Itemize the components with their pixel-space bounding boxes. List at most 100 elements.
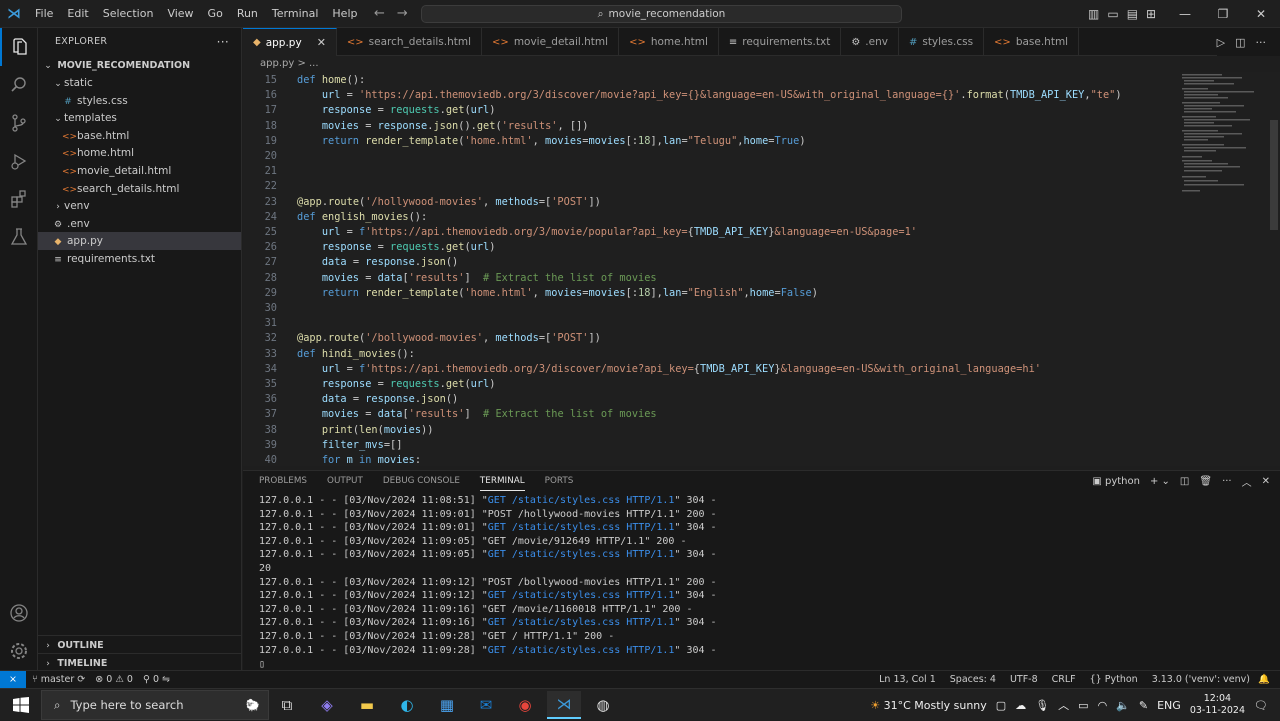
code-line[interactable]: 32 @app.route('/bollywood-movies', method… [243,331,601,346]
tree-item-search-details-html[interactable]: <>search_details.html [38,180,241,198]
battery-icon[interactable]: ▭ [1078,699,1088,712]
new-terminal-icon[interactable]: + ⌄ [1150,476,1170,487]
more-actions-icon[interactable]: ··· [1222,476,1232,487]
end-of-line[interactable]: CRLF [1052,671,1076,689]
pen-icon[interactable]: ✎ [1139,699,1148,712]
editor-scrollbar-thumb[interactable] [1270,120,1278,230]
tree-item-styles-css[interactable]: # styles.css [38,92,241,110]
tree-item-env[interactable]: ⚙ .env [38,215,241,233]
code-line[interactable]: 26 response = requests.get(url) [243,240,496,255]
menu-terminal[interactable]: Terminal [265,0,326,28]
notifications-icon[interactable]: 🔔 [1258,671,1270,689]
show-hidden-icons[interactable]: ︿ [1058,697,1069,713]
weather-widget[interactable]: ☀ 31°C Mostly sunny [870,699,987,712]
more-actions-icon[interactable]: ··· [217,28,229,56]
kill-terminal-icon[interactable]: 🗑 [1199,476,1212,487]
taskbar-search[interactable]: ⌕ Type here to search 🐑 [41,690,269,720]
run-debug-icon[interactable] [0,142,38,180]
file-explorer-icon[interactable]: ▬ [350,691,384,719]
toggle-secondary-sidebar-icon[interactable]: ▤ [1127,0,1138,28]
tree-item-movie-detail-html[interactable]: <>movie_detail.html [38,162,241,180]
tree-item-venv[interactable]: › venv [38,197,241,215]
maximize-panel-icon[interactable]: ︿ [1242,474,1252,489]
code-line[interactable]: 24 def english_movies(): [243,210,428,225]
code-line[interactable]: 31 [243,316,297,331]
code-line[interactable]: 30 [243,301,297,316]
timeline-section[interactable]: › TIMELINE [38,653,241,671]
tree-item-home-html[interactable]: <>home.html [38,144,241,162]
code-line[interactable]: 29 return render_template('home.html', m… [243,286,818,301]
code-line[interactable]: 22 [243,179,297,194]
chrome-icon[interactable]: ◉ [508,691,542,719]
code-line[interactable]: 17 response = requests.get(url) [243,103,496,118]
menu-selection[interactable]: Selection [96,0,161,28]
back-arrow-icon[interactable]: ← [374,0,385,28]
breadcrumb[interactable]: app.py > ... [243,56,1180,72]
ports-status[interactable]: ⚲ 0 ⇋ [143,671,170,689]
edge-icon[interactable]: ◐ [390,691,424,719]
code-line[interactable]: 25 url = f'https://api.themoviedb.org/3/… [243,225,917,240]
customize-layout-icon[interactable]: ⊞ [1146,0,1156,28]
tree-item-app-py[interactable]: ◆ app.py [38,232,241,251]
problems-status[interactable]: ⊗ 0 ⚠ 0 [95,671,133,689]
wifi-icon[interactable]: ◠ [1098,699,1108,712]
toggle-panel-icon[interactable]: ▭ [1107,0,1118,28]
volume-icon[interactable]: 🔈 [1116,699,1130,712]
command-center-search[interactable]: ⌕ movie_recomendation [421,5,902,23]
code-line[interactable]: 35 response = requests.get(url) [243,377,496,392]
code-line[interactable]: 19 return render_template('home.html', m… [243,134,806,149]
menu-file[interactable]: File [28,0,60,28]
accounts-icon[interactable] [0,594,38,632]
split-terminal-icon[interactable]: ◫ [1180,476,1189,487]
split-editor-icon[interactable]: ◫ [1235,36,1245,49]
code-line[interactable]: 36 data = response.json() [243,392,459,407]
copilot-icon[interactable]: ◈ [310,691,344,719]
code-line[interactable]: 23 @app.route('/hollywood-movies', method… [243,195,601,210]
panel-tab-problems[interactable]: PROBLEMS [259,471,307,491]
tab-home-html[interactable]: <> home.html [619,28,719,56]
restore-icon[interactable]: ❐ [1204,0,1242,28]
code-line[interactable]: 15 def home(): [243,73,366,88]
explorer-icon[interactable] [0,28,38,66]
store-icon[interactable]: ▦ [430,691,464,719]
encoding[interactable]: UTF-8 [1010,671,1038,689]
code-line[interactable]: 28 movies = data['results'] # Extract th… [243,271,657,286]
tray-app-icon[interactable]: ▢ [996,699,1006,712]
run-python-icon[interactable]: ▷ [1217,36,1225,49]
code-line[interactable]: 39 filter_mvs=[] [243,438,403,453]
other-app-icon[interactable]: ◍ [586,691,620,719]
tree-item-requirements-txt[interactable]: ≡ requirements.txt [38,250,241,268]
menu-view[interactable]: View [160,0,200,28]
panel-tab-ports[interactable]: PORTS [545,471,574,491]
clock[interactable]: 12:04 03-11-2024 [1190,693,1245,717]
testing-icon[interactable] [0,218,38,256]
tab-styles-css[interactable]: # styles.css [899,28,985,56]
remote-indicator-icon[interactable]: ⨯ [0,671,26,689]
outline-section[interactable]: › OUTLINE [38,635,241,653]
terminal-shell-label[interactable]: ▣ python [1092,476,1140,487]
branch-status[interactable]: ⑂ master ⟳ [32,671,85,689]
indentation[interactable]: Spaces: 4 [950,671,996,689]
start-button[interactable] [4,689,38,721]
panel-tab-output[interactable]: OUTPUT [327,471,363,491]
tab-search-details-html[interactable]: <> search_details.html [337,28,483,56]
code-line[interactable]: 18 movies = response.json().get('results… [243,119,589,134]
forward-arrow-icon[interactable]: → [397,0,408,28]
menu-edit[interactable]: Edit [60,0,95,28]
python-interpreter[interactable]: 3.13.0 ('venv': venv) [1152,671,1250,689]
tab-env[interactable]: ⚙ .env [841,28,899,56]
close-panel-icon[interactable]: ✕ [1262,476,1270,487]
input-language[interactable]: ENG [1157,699,1181,712]
code-line[interactable]: 38 print(len(movies)) [243,423,434,438]
code-line[interactable]: 27 data = response.json() [243,255,459,270]
manage-gear-icon[interactable] [0,632,38,670]
code-line[interactable]: 16 url = 'https://api.themoviedb.org/3/d… [243,88,1122,103]
vscode-taskbar-icon[interactable]: ⋊ [547,691,581,719]
mic-icon[interactable]: 🎙 [1035,699,1049,712]
onedrive-icon[interactable]: ☁ [1015,699,1026,712]
code-editor[interactable]: 15 def home(): 16 url = 'https://api.themo… [243,72,1280,466]
close-window-icon[interactable]: ✕ [1242,0,1280,28]
tree-item-base-html[interactable]: <>base.html [38,127,241,145]
menu-run[interactable]: Run [230,0,265,28]
project-folder[interactable]: ⌄ MOVIE_RECOMENDATION [38,56,241,74]
